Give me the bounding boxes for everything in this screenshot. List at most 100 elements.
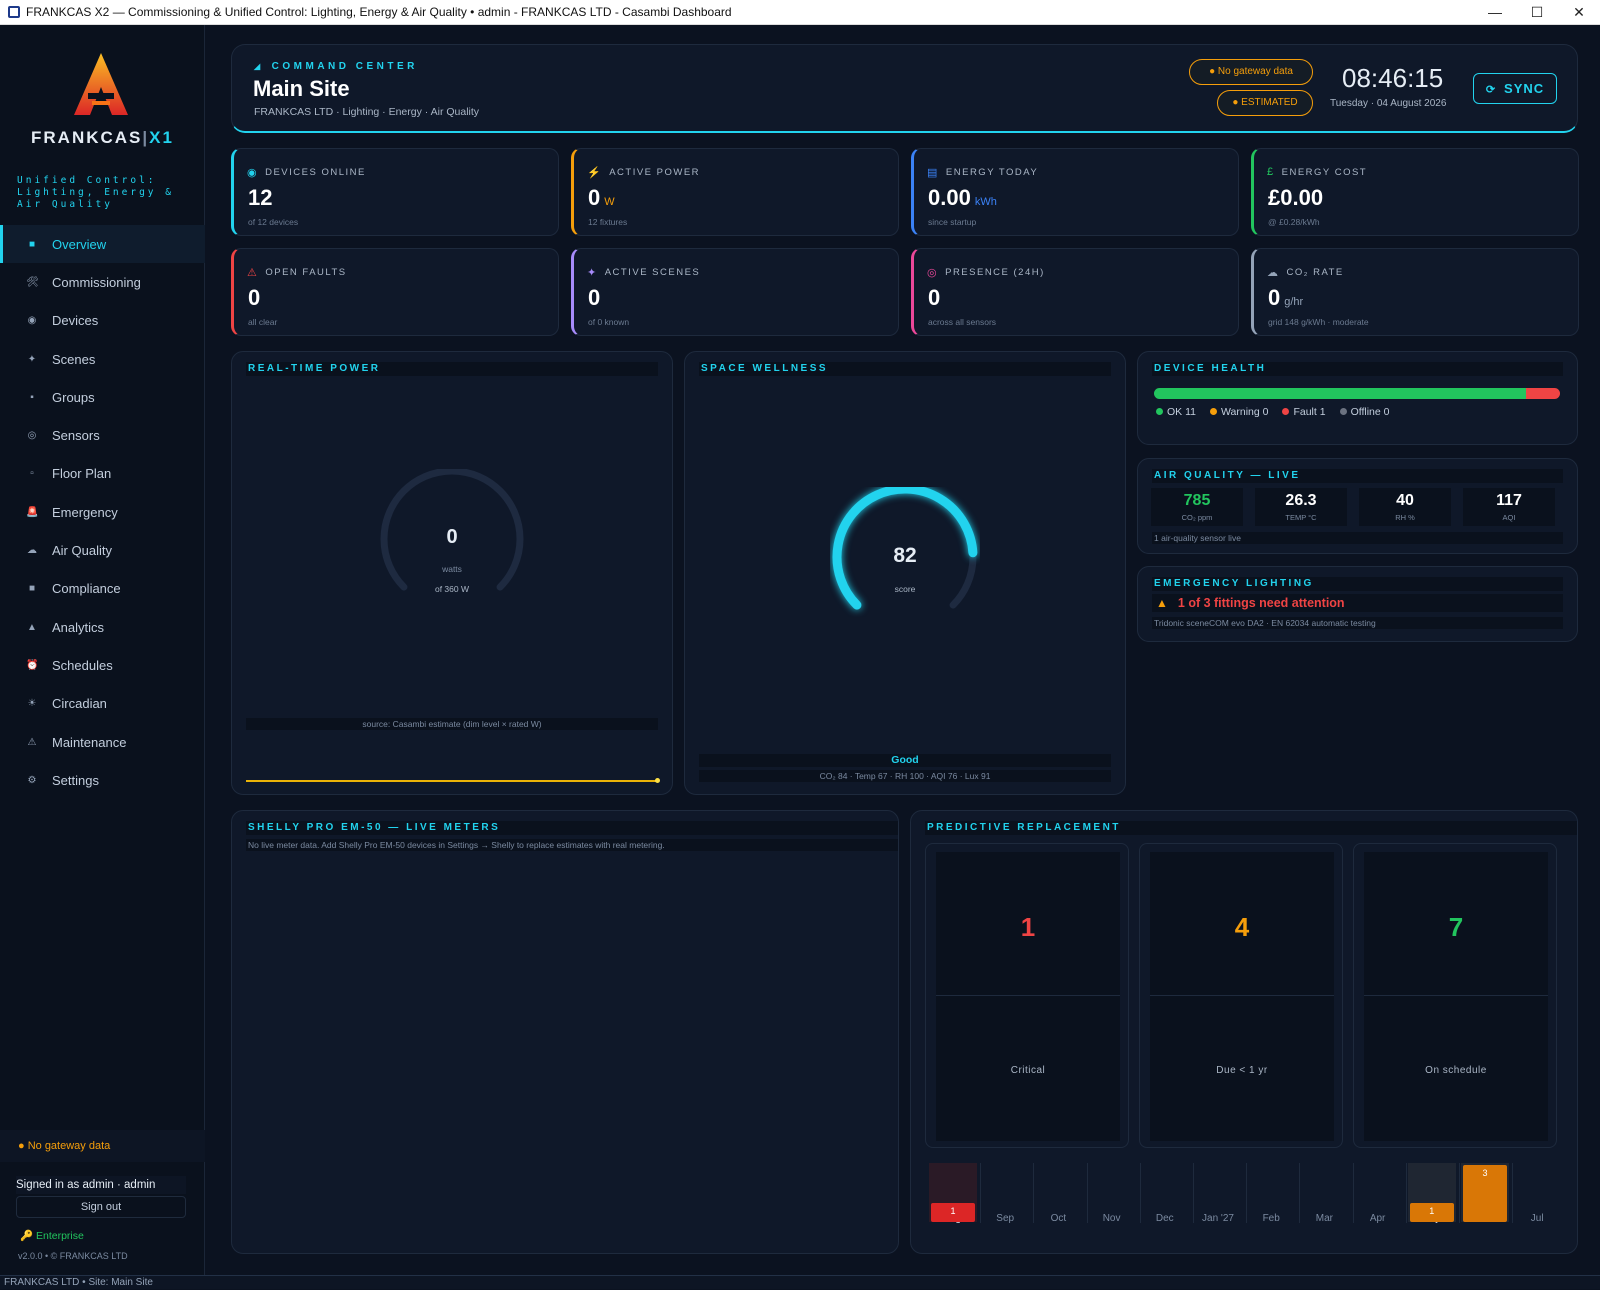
sidebar-item-label: Floor Plan: [52, 466, 112, 482]
panel-title: SPACE WELLNESS: [699, 362, 1111, 376]
sync-button[interactable]: ⟳ SYNC: [1473, 73, 1557, 104]
sidebar-item-label: Sensors: [52, 428, 100, 444]
kpi-title: £ ENERGY COST: [1267, 166, 1368, 178]
sidebar-item-commissioning[interactable]: 🛠 Commissioning: [0, 263, 205, 301]
maximize-icon[interactable]: ☐: [1516, 0, 1558, 25]
timeline-gridline: [980, 1163, 982, 1223]
status-bar: FRANKCAS LTD • Site: Main Site: [0, 1275, 1600, 1289]
kpi-title: ☁ CO₂ RATE: [1267, 266, 1344, 279]
license-badge: 🔑 Enterprise: [20, 1230, 84, 1242]
sensor-icon: ◎: [27, 430, 37, 442]
kpi-value: £0.00: [1268, 185, 1324, 210]
shelly-meters-panel: SHELLY PRO EM-50 — LIVE METERS No live m…: [231, 810, 899, 1254]
sidebar-item-groups[interactable]: ▪ Groups: [0, 378, 205, 416]
sidebar-item-settings[interactable]: ⚙ Settings: [0, 761, 205, 799]
header-subline: FRANKCAS LTD · Lighting · Energy · Air Q…: [254, 106, 480, 118]
kpi-presence-24h: ◎ PRESENCE (24H) 0 across all sensors: [911, 248, 1239, 336]
kpi-value: 0: [248, 285, 261, 310]
window-titlebar: FRANKCAS X2 — Commissioning & Unified Co…: [0, 0, 1600, 25]
bolt-icon: ⚡: [587, 166, 603, 179]
aq-value: 26.3: [1285, 492, 1317, 509]
kpi-subtext: grid 148 g/kWh · moderate: [1268, 317, 1369, 327]
devices-icon: ◉: [247, 166, 259, 179]
aq-cell: 117 AQI: [1463, 488, 1555, 526]
tools-icon: 🛠: [26, 276, 39, 288]
timeline-gridline: [1405, 1163, 1407, 1223]
timeline-bar: 1: [1409, 1203, 1454, 1222]
kpi-subtext: 12 fixtures: [588, 217, 628, 227]
devices-icon: ◉: [27, 315, 37, 327]
sidebar-item-floor-plan[interactable]: ▫ Floor Plan: [0, 455, 205, 493]
triangle-icon: ◢: [254, 62, 264, 71]
sidebar-item-air-quality[interactable]: ☁ Air Quality: [0, 531, 205, 569]
sidebar-item-label: Commissioning: [52, 274, 141, 290]
sidebar-item-compliance[interactable]: ■ Compliance: [0, 570, 205, 608]
kpi-subtext: since startup: [928, 217, 977, 227]
kpi-subtext: of 12 devices: [248, 217, 299, 227]
warning-icon: ⚠: [247, 266, 259, 279]
air-quality-panel: AIR QUALITY — LIVE 785 CO₂ ppm 26.3 TEMP °C…: [1137, 458, 1578, 554]
siren-icon: 🚨: [26, 506, 39, 518]
version-label: v2.0.0 • © FRANKCAS LTD: [18, 1251, 128, 1261]
sidebar-item-maintenance[interactable]: ⚠ Maintenance: [0, 723, 205, 761]
timeline-gridline: [1033, 1163, 1035, 1223]
sidebar-item-label: Compliance: [52, 581, 121, 597]
kpi-energy-today: ▤ ENERGY TODAY 0.00 kWh since startup: [911, 148, 1239, 236]
gear-icon: ⚙: [27, 774, 37, 786]
close-icon[interactable]: ✕: [1558, 0, 1600, 25]
sidebar-item-analytics[interactable]: ▲ Analytics: [0, 608, 205, 646]
alarm-clock-icon: ⏰: [26, 659, 39, 671]
sidebar-item-devices[interactable]: ◉ Devices: [0, 302, 205, 340]
kpi-title: ✦ ACTIVE SCENES: [587, 266, 701, 279]
aq-value: 117: [1496, 492, 1522, 509]
legend-fault: Fault 1: [1282, 406, 1326, 418]
sidebar-item-scenes[interactable]: ✦ Scenes: [0, 340, 205, 378]
sidebar-item-schedules[interactable]: ⏰ Schedules: [0, 646, 205, 684]
kpi-title: ▤ ENERGY TODAY: [927, 166, 1039, 179]
timeline-month: Feb: [1262, 1213, 1280, 1224]
timeline-month: Jan '27: [1202, 1213, 1234, 1224]
sidebar-item-label: Settings: [52, 772, 99, 788]
page-title: Main Site: [253, 76, 350, 101]
predictive-count: 7: [1448, 912, 1464, 942]
real-time-power-panel: REAL-TIME POWER 0 watts of 360 W source:…: [231, 351, 673, 795]
predictive-label: Due < 1 yr: [1216, 1065, 1268, 1076]
kpi-value: 12: [248, 185, 273, 210]
aq-cell: 26.3 TEMP °C: [1255, 488, 1347, 526]
sun-icon: ☀: [27, 698, 37, 710]
sidebar-item-overview[interactable]: ■ Overview: [0, 225, 205, 264]
aq-value: 785: [1183, 492, 1211, 509]
app-icon: [8, 6, 20, 18]
sidebar-item-label: Emergency: [52, 504, 118, 520]
kpi-value: 0: [588, 285, 601, 310]
sign-out-button[interactable]: Sign out: [16, 1196, 186, 1218]
timeline-gridline: [1352, 1163, 1354, 1223]
emergency-alert: ▲ 1 of 3 fittings need attention: [1152, 594, 1563, 612]
sidebar-item-emergency[interactable]: 🚨 Emergency: [0, 493, 205, 531]
timeline-gridline: [1086, 1163, 1088, 1223]
sidebar-item-label: Circadian: [52, 696, 107, 712]
legend-offline: Offline 0: [1339, 406, 1390, 418]
minimize-icon[interactable]: —: [1474, 0, 1516, 25]
emergency-detail: Tridonic sceneCOM evo DA2 · EN 62034 aut…: [1152, 617, 1563, 629]
sidebar-item-circadian[interactable]: ☀ Circadian: [0, 685, 205, 723]
power-unit: watts: [442, 564, 462, 574]
wellness-unit: score: [894, 584, 916, 594]
kpi-title: ◎ PRESENCE (24H): [927, 266, 1045, 279]
panel-title: SHELLY PRO EM-50 — LIVE METERS: [246, 821, 898, 835]
sidebar-item-label: Overview: [52, 236, 107, 252]
date-label: Tuesday · 04 August 2026: [1330, 98, 1447, 109]
command-center-header: ◢ COMMAND CENTER Main Site FRANKCAS LTD ·…: [231, 44, 1578, 133]
overview-icon: ■: [28, 238, 36, 250]
signed-in-label: Signed in as admin · admin: [16, 1176, 186, 1194]
kpi-devices-online: ◉ DEVICES ONLINE 12 of 12 devices: [231, 148, 559, 236]
predictive-card-due-1-yr: 4 Due < 1 yr: [1139, 843, 1343, 1148]
sidebar-item-sensors[interactable]: ◎ Sensors: [0, 416, 205, 454]
panel-title: DEVICE HEALTH: [1152, 362, 1563, 376]
device-health-panel: DEVICE HEALTH OK 11 Warning 0 Fault 1 Of…: [1137, 351, 1578, 445]
timeline-month: Dec: [1155, 1213, 1174, 1224]
power-value: 0: [446, 526, 458, 548]
refresh-icon: ⟳: [1485, 84, 1497, 96]
clock: 08:46:15: [1342, 63, 1444, 93]
warning-icon: ⚠: [27, 736, 37, 748]
